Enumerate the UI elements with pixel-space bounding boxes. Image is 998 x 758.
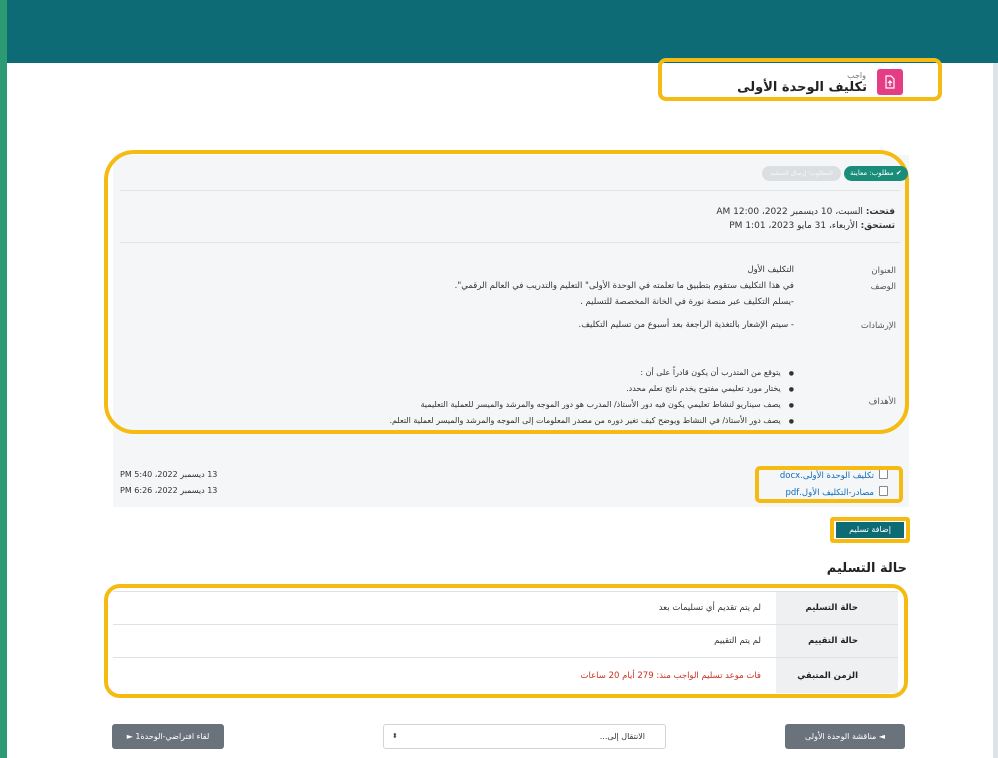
- due-value: الأربعاء، 31 مايو 2023، 1:01 PM: [729, 221, 858, 231]
- due-label: تستحق:: [860, 221, 895, 231]
- completion-badge: ✔ مطلوب: معاينة: [844, 166, 908, 181]
- left-accent-bar: [0, 0, 7, 758]
- description-line-1: في هذا التكليف ستقوم بتطبيق ما تعلمته في…: [454, 281, 794, 291]
- activity-type-label: واجب: [847, 71, 866, 80]
- scrollbar-track[interactable]: [993, 63, 998, 758]
- objective-item: يختار مورد تعليمي مفتوح يخدم ناتج تعلم م…: [626, 384, 794, 393]
- page-title: تكليف الوحدة الأولى: [737, 80, 867, 95]
- add-submission-button[interactable]: إضافة تسليم: [836, 522, 904, 538]
- top-navbar: [7, 0, 998, 63]
- objective-item: يصف دور الأستاذ/ في النشاط ويوضح كيف تغي…: [389, 416, 794, 425]
- select-caret-icon: ⬍: [392, 732, 398, 740]
- divider: [120, 242, 900, 243]
- due-date: تستحق: الأربعاء، 31 مايو 2023، 1:01 PM: [729, 221, 895, 231]
- title-label: العنوان: [871, 266, 896, 276]
- jump-to-select[interactable]: الانتقال إلى... ⬍: [383, 724, 666, 749]
- file-date: 13 ديسمبر 2022، 5:40 PM: [120, 470, 218, 479]
- pending-badge: المطلوب: إرسال التسليم: [762, 166, 841, 181]
- description-label: الوصف: [870, 282, 896, 292]
- guidance-value: - سيتم الإشعار بالتغذية الراجعة بعد أسبو…: [578, 320, 794, 330]
- file-date: 13 ديسمبر 2022، 6:26 PM: [120, 486, 218, 495]
- opened-date: فتحت: السبت، 10 ديسمبر 2022، 12:00 AM: [716, 207, 895, 217]
- objective-item: يتوقع من المتدرب أن يكون قادراً على أن :: [640, 368, 794, 377]
- attachments-highlight: [755, 466, 903, 503]
- objectives-label: الأهداف: [868, 397, 896, 407]
- submission-status-heading: حالة التسليم: [826, 561, 907, 576]
- opened-label: فتحت:: [865, 207, 895, 217]
- next-activity-button[interactable]: لقاء افتراضي-الوحدة1 ►: [112, 724, 224, 749]
- title-value: التكليف الأول: [747, 265, 794, 275]
- objective-item: يصف سيناريو لنشاط تعليمي يكون فيه دور ال…: [421, 400, 794, 409]
- status-table-highlight: [104, 584, 908, 698]
- description-line-2: -يسلم التكليف عبر منصة نورة في الخانة ال…: [580, 297, 794, 307]
- jump-to-placeholder: الانتقال إلى...: [599, 732, 645, 741]
- prev-activity-button[interactable]: ◄ مناقشة الوحدة الأولى: [785, 724, 905, 749]
- opened-value: السبت، 10 ديسمبر 2022، 12:00 AM: [716, 207, 863, 217]
- divider: [120, 190, 900, 191]
- guidance-label: الإرشادات: [860, 321, 896, 331]
- assignment-upload-icon: [877, 69, 903, 95]
